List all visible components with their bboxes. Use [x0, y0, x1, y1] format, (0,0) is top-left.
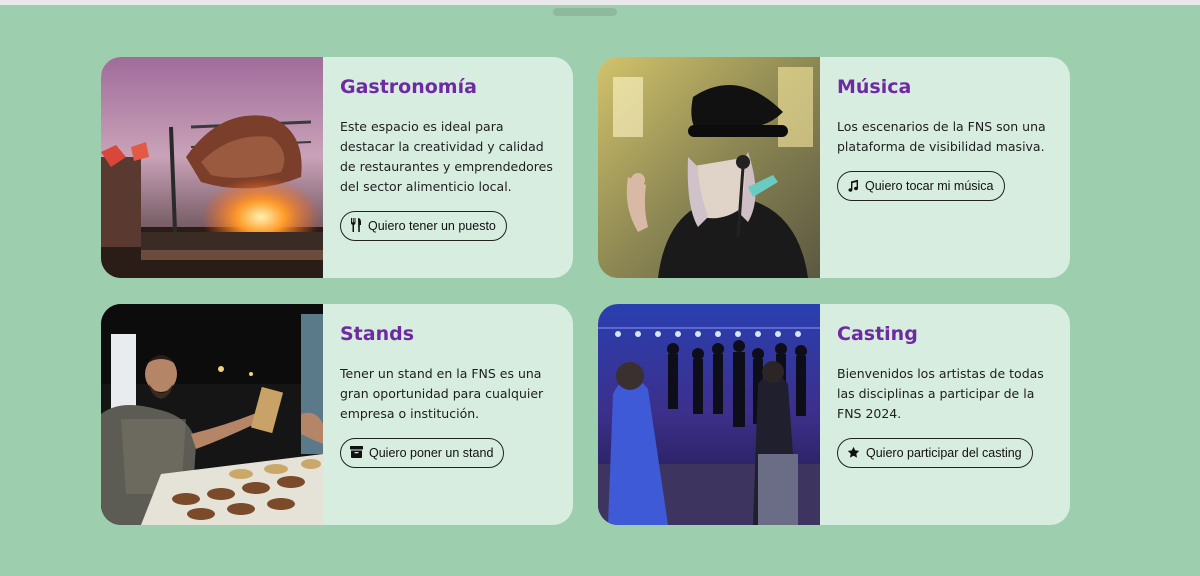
- button-label: Quiero participar del casting: [866, 446, 1022, 460]
- archive-box-icon: [350, 446, 363, 460]
- card-title: Stands: [340, 323, 415, 345]
- card-stands: Stands Tener un stand en la FNS es una g…: [101, 304, 573, 525]
- card-description: Los escenarios de la FNS son una platafo…: [837, 119, 1046, 154]
- quiero-poner-un-stand-button[interactable]: Quiero poner un stand: [340, 438, 505, 468]
- card-content: Gastronomía Este espacio es ideal para d…: [323, 57, 573, 278]
- dancers-stage-photo: [598, 304, 820, 525]
- quiero-tener-un-puesto-button[interactable]: Quiero tener un puesto: [340, 211, 507, 241]
- music-note-icon: [847, 179, 859, 194]
- quiero-participar-del-casting-button[interactable]: Quiero participar del casting: [837, 438, 1033, 468]
- card-gastronomia: Gastronomía Este espacio es ideal para d…: [101, 57, 573, 278]
- card-musica: Música Los escenarios de la FNS son una …: [598, 57, 1070, 278]
- card-content: Stands Tener un stand en la FNS es una g…: [323, 304, 573, 525]
- star-icon: [847, 446, 860, 461]
- card-description: Bienvenidos los artistas de todas las di…: [837, 366, 1044, 421]
- browser-top-strip: [0, 0, 1200, 5]
- singer-photo: [598, 57, 820, 278]
- button-label: Quiero poner un stand: [369, 446, 494, 460]
- card-title: Casting: [837, 323, 918, 345]
- grilled-meat-photo: [101, 57, 323, 278]
- quiero-tocar-mi-musica-button[interactable]: Quiero tocar mi música: [837, 171, 1005, 201]
- card-content: Casting Bienvenidos los artistas de toda…: [820, 304, 1070, 525]
- button-label: Quiero tener un puesto: [368, 219, 496, 233]
- drag-handle[interactable]: [553, 8, 617, 16]
- fork-knife-icon: [350, 218, 362, 234]
- card-description: Este espacio es ideal para destacar la c…: [340, 119, 553, 194]
- card-title: Música: [837, 76, 912, 98]
- vendor-stand-photo: [101, 304, 323, 525]
- button-label: Quiero tocar mi música: [865, 179, 994, 193]
- card-content: Música Los escenarios de la FNS son una …: [820, 57, 1070, 278]
- card-casting: Casting Bienvenidos los artistas de toda…: [598, 304, 1070, 525]
- card-title: Gastronomía: [340, 76, 477, 98]
- card-description: Tener un stand en la FNS es una gran opo…: [340, 366, 544, 421]
